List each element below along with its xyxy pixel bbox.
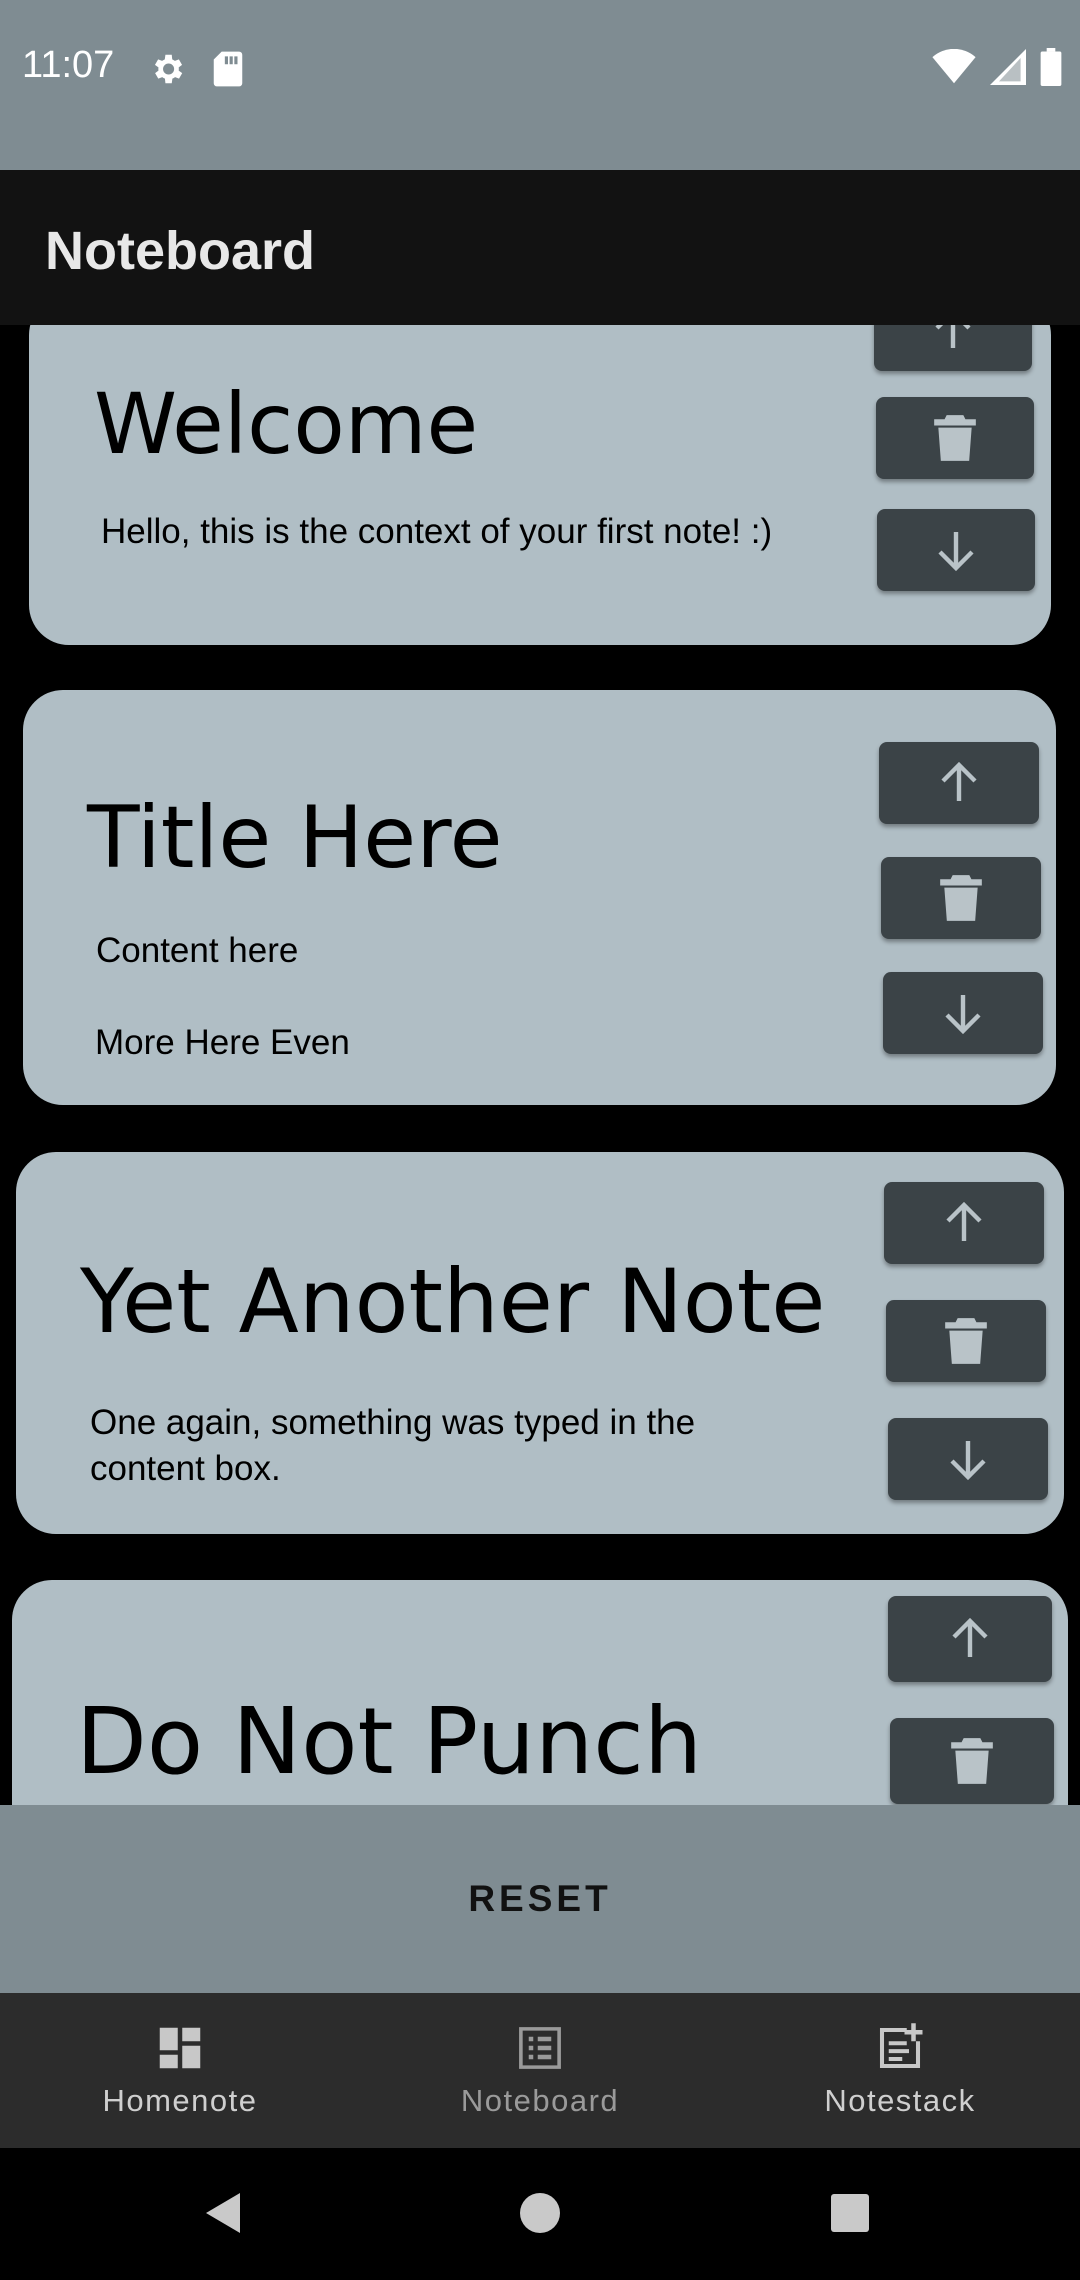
move-up-button[interactable] bbox=[888, 1596, 1052, 1682]
arrow-down-icon bbox=[950, 1441, 986, 1481]
arrow-down-icon bbox=[945, 995, 981, 1035]
nav-item-notestack[interactable]: Notestack bbox=[720, 1993, 1080, 2148]
note-card[interactable]: Do Not Punch bbox=[12, 1580, 1068, 1805]
trash-icon bbox=[945, 1318, 987, 1364]
dashboard-icon bbox=[159, 2027, 201, 2069]
signal-icon bbox=[990, 49, 1026, 90]
status-right-icons bbox=[932, 48, 1062, 91]
trash-icon bbox=[934, 415, 976, 461]
system-navigation bbox=[0, 2148, 1080, 2280]
note-list[interactable]: Welcome Hello, this is the context of yo… bbox=[0, 325, 1080, 1805]
note-card[interactable]: Title Here Content here More Here Even bbox=[23, 690, 1056, 1105]
bottom-navigation: Homenote Noteboard Notestack bbox=[0, 1993, 1080, 2148]
back-icon[interactable] bbox=[200, 2188, 248, 2243]
note-title: Welcome bbox=[94, 375, 479, 473]
delete-button[interactable] bbox=[881, 857, 1041, 939]
arrow-up-icon bbox=[952, 1617, 988, 1657]
move-up-button[interactable] bbox=[884, 1182, 1044, 1264]
list-icon bbox=[519, 2027, 561, 2069]
gear-icon bbox=[148, 50, 186, 93]
home-icon[interactable] bbox=[516, 2188, 564, 2243]
nav-item-homenote[interactable]: Homenote bbox=[0, 1993, 360, 2148]
app-bar: Noteboard bbox=[0, 170, 1080, 325]
nav-item-noteboard[interactable]: Noteboard bbox=[360, 1993, 720, 2148]
delete-button[interactable] bbox=[876, 397, 1034, 479]
trash-icon bbox=[940, 875, 982, 921]
note-content: Content here bbox=[96, 931, 299, 970]
arrow-up-icon bbox=[935, 325, 971, 348]
reset-button[interactable]: RESET bbox=[0, 1805, 1080, 1993]
recents-icon[interactable] bbox=[826, 2188, 874, 2243]
status-bar: 11:07 bbox=[0, 0, 1080, 170]
nav-label: Homenote bbox=[102, 2083, 258, 2118]
delete-button[interactable] bbox=[890, 1718, 1054, 1804]
move-up-button[interactable] bbox=[879, 742, 1039, 824]
arrow-down-icon bbox=[938, 532, 974, 572]
note-add-icon bbox=[879, 2023, 923, 2069]
move-down-button[interactable] bbox=[883, 972, 1043, 1054]
note-title: Do Not Punch bbox=[76, 1688, 703, 1795]
nav-label: Noteboard bbox=[460, 2083, 620, 2118]
note-title: Yet Another Note bbox=[80, 1250, 826, 1353]
battery-icon bbox=[1040, 48, 1062, 91]
delete-button[interactable] bbox=[886, 1300, 1046, 1382]
move-down-button[interactable] bbox=[888, 1418, 1048, 1500]
screen: 11:07 Noteboard Welcome Hello, this is t bbox=[0, 0, 1080, 2280]
sd-card-icon bbox=[212, 50, 244, 93]
note-card[interactable]: Welcome Hello, this is the context of yo… bbox=[29, 325, 1051, 645]
arrow-up-icon bbox=[941, 761, 977, 801]
note-title: Title Here bbox=[87, 788, 503, 888]
app-title: Noteboard bbox=[45, 221, 315, 281]
note-content: One again, something was typed in the co… bbox=[90, 1403, 696, 1488]
status-time: 11:07 bbox=[22, 44, 115, 86]
reset-label: RESET bbox=[468, 1878, 612, 1919]
arrow-up-icon bbox=[946, 1201, 982, 1241]
wifi-icon bbox=[932, 48, 976, 90]
note-content: More Here Even bbox=[95, 1023, 350, 1062]
move-down-button[interactable] bbox=[877, 509, 1035, 591]
trash-icon bbox=[951, 1738, 993, 1784]
nav-label: Notestack bbox=[824, 2083, 976, 2118]
note-content: Hello, this is the context of your first… bbox=[101, 512, 773, 551]
move-up-button[interactable] bbox=[874, 325, 1032, 371]
note-card[interactable]: Yet Another Note One again, something wa… bbox=[16, 1152, 1064, 1534]
